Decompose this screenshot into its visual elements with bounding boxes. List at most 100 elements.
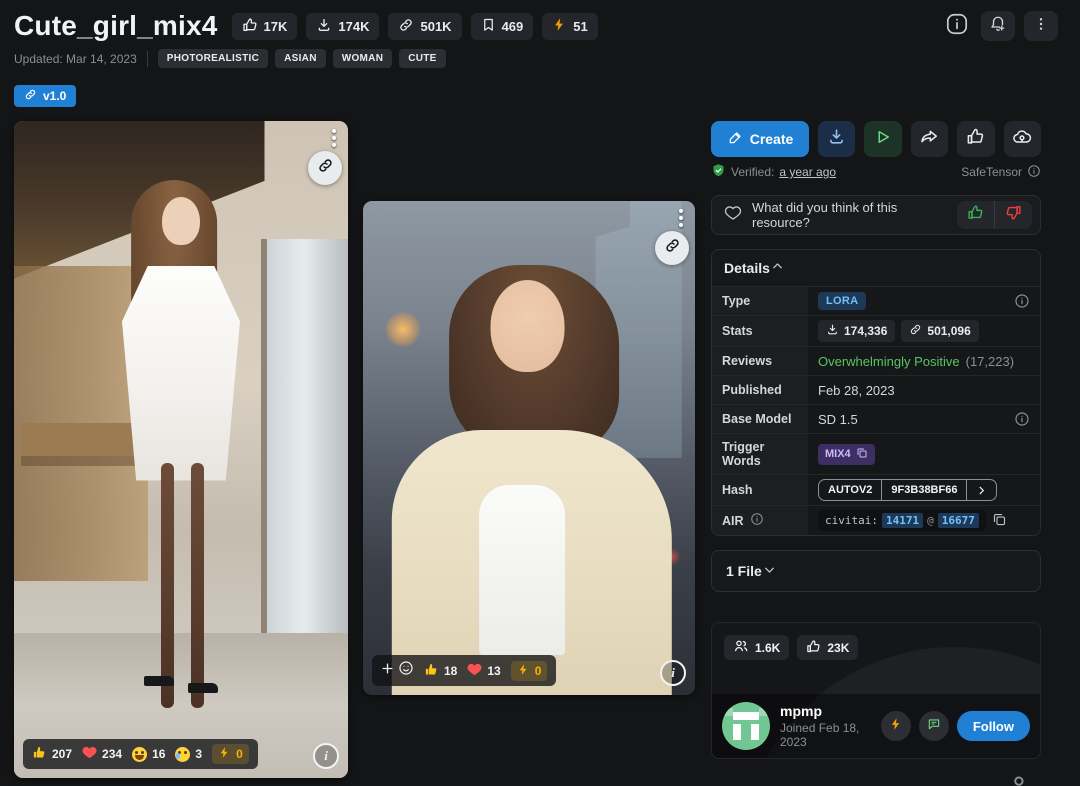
tag-woman[interactable]: WOMAN bbox=[332, 49, 393, 68]
thumb-up-icon bbox=[966, 127, 985, 151]
row-label: Reviews bbox=[712, 347, 808, 375]
detail-row-hash: Hash AUTOV2 9F3B38BF66 bbox=[712, 474, 1040, 505]
brush-icon bbox=[727, 130, 743, 149]
divider bbox=[146, 50, 148, 67]
reaction-heart[interactable]: 234 bbox=[82, 745, 122, 763]
gallery-image-1[interactable]: 207 234 16 3 0 i bbox=[14, 121, 348, 778]
share-button[interactable] bbox=[910, 121, 949, 157]
detail-row-trigger-words: Trigger Words MIX4 bbox=[712, 433, 1040, 474]
reaction-thumb[interactable]: 18 bbox=[424, 662, 457, 680]
creator-card: 1.6K 23K mpmp Joined Feb 18, 2023 Follow bbox=[711, 622, 1041, 759]
follow-button[interactable]: Follow bbox=[956, 711, 1030, 741]
followers-badge[interactable]: 1.6K bbox=[724, 635, 790, 660]
share-icon bbox=[920, 127, 939, 151]
energy-stat-badge[interactable]: 51 bbox=[542, 12, 598, 40]
heart-emoji-icon bbox=[82, 745, 97, 763]
reaction-thumb[interactable]: 207 bbox=[32, 745, 72, 763]
detail-row-base-model: Base Model SD 1.5 bbox=[712, 404, 1040, 433]
creator-likes-badge[interactable]: 23K bbox=[797, 635, 859, 660]
bookmarks-stat-badge[interactable]: 469 bbox=[470, 12, 534, 40]
reviews-link[interactable]: Overwhelmingly Positive bbox=[818, 354, 960, 369]
associated-user-toggle[interactable] bbox=[711, 759, 1041, 786]
shield-check-icon bbox=[711, 163, 726, 181]
model-page: Cute_girl_mix4 17K 174K 501K 469 51 Upda… bbox=[0, 0, 1080, 786]
download-icon bbox=[826, 323, 839, 339]
feedback-card: What did you think of this resource? bbox=[711, 195, 1041, 235]
download-button[interactable] bbox=[818, 121, 856, 157]
run-model-button[interactable] bbox=[864, 121, 902, 157]
reaction-joy[interactable]: 16 bbox=[132, 746, 165, 762]
thumbs-up-button[interactable] bbox=[957, 201, 995, 229]
downloads-badge[interactable]: 174,336 bbox=[818, 320, 896, 342]
info-icon[interactable] bbox=[1014, 411, 1030, 427]
version-badge[interactable]: v1.0 bbox=[14, 85, 77, 107]
stat-value: 501K bbox=[420, 18, 452, 34]
joy-emoji-icon bbox=[132, 746, 148, 762]
kebab-menu-icon bbox=[1033, 16, 1049, 37]
image-menu-button[interactable] bbox=[332, 129, 336, 147]
image-info-button[interactable]: i bbox=[313, 743, 339, 769]
link-icon bbox=[664, 237, 681, 259]
more-options-button[interactable] bbox=[1024, 11, 1058, 41]
model-sidebar: Create Verified: a year ago SafeTensor W… bbox=[711, 121, 1042, 786]
stat-value: 17K bbox=[263, 18, 288, 34]
like-button[interactable] bbox=[957, 121, 995, 157]
image-info-button[interactable]: i bbox=[660, 660, 686, 686]
detail-row-type: Type LORA bbox=[712, 286, 1040, 315]
tag-cute[interactable]: CUTE bbox=[399, 49, 446, 68]
tag-photorealistic[interactable]: PHOTOREALISTIC bbox=[157, 49, 269, 68]
chevron-right-icon[interactable] bbox=[966, 480, 996, 500]
info-icon[interactable] bbox=[750, 512, 764, 529]
creator-footer: mpmp Joined Feb 18, 2023 Follow bbox=[712, 694, 1040, 758]
air-model-id: 14171 bbox=[881, 513, 924, 528]
generations-stat-badge[interactable]: 501K bbox=[388, 12, 462, 40]
feedback-buttons bbox=[956, 201, 1032, 229]
page-info-button[interactable] bbox=[942, 11, 972, 41]
bolt-icon bbox=[218, 746, 231, 762]
notify-button[interactable] bbox=[981, 11, 1015, 41]
remix-button[interactable] bbox=[655, 231, 689, 265]
row-label: AIR bbox=[712, 506, 808, 535]
verified-time-link[interactable]: a year ago bbox=[779, 165, 836, 179]
detail-row-published: Published Feb 28, 2023 bbox=[712, 375, 1040, 404]
info-icon[interactable] bbox=[1014, 293, 1030, 309]
create-button[interactable]: Create bbox=[711, 121, 809, 157]
followers-count: 1.6K bbox=[755, 640, 781, 655]
reaction-bolt[interactable]: 0 bbox=[510, 660, 548, 681]
thumbs-down-button[interactable] bbox=[994, 201, 1032, 229]
hash-pill[interactable]: AUTOV2 9F3B38BF66 bbox=[818, 479, 998, 501]
downloads-stat-badge[interactable]: 174K bbox=[306, 12, 380, 40]
trigger-word-badge[interactable]: MIX4 bbox=[818, 443, 875, 465]
reaction-cry[interactable]: 3 bbox=[175, 746, 202, 762]
vault-button[interactable] bbox=[1003, 121, 1042, 157]
heart-outline-icon bbox=[724, 204, 742, 227]
copy-icon[interactable] bbox=[992, 512, 1007, 530]
generations-badge[interactable]: 501,096 bbox=[901, 320, 979, 342]
creator-name[interactable]: mpmp bbox=[780, 703, 871, 719]
reaction-bolt[interactable]: 0 bbox=[212, 744, 249, 764]
tag-asian[interactable]: ASIAN bbox=[275, 49, 326, 68]
hash-algo: AUTOV2 bbox=[828, 484, 873, 496]
link-icon bbox=[317, 157, 334, 179]
reaction-heart[interactable]: 13 bbox=[467, 662, 501, 680]
remix-button[interactable] bbox=[308, 151, 342, 185]
type-badge[interactable]: LORA bbox=[818, 292, 867, 310]
creator-avatar[interactable] bbox=[722, 702, 770, 750]
verified-label: Verified: bbox=[731, 165, 775, 179]
files-accordion[interactable]: 1 File bbox=[711, 550, 1041, 592]
download-icon bbox=[827, 127, 846, 151]
image-menu-button[interactable] bbox=[679, 209, 683, 227]
stat-value: 51 bbox=[573, 18, 588, 34]
cry-emoji-icon bbox=[175, 746, 191, 762]
likes-stat-badge[interactable]: 17K bbox=[231, 12, 298, 40]
detail-row-air: AIR civitai: 14171 @ 16677 bbox=[712, 505, 1040, 535]
safetensor-label: SafeTensor bbox=[961, 165, 1022, 179]
chat-button[interactable] bbox=[918, 711, 949, 741]
details-header[interactable]: Details bbox=[712, 250, 1040, 286]
info-icon[interactable] bbox=[1027, 164, 1041, 181]
link-icon bbox=[24, 88, 37, 104]
tip-button[interactable] bbox=[880, 711, 911, 741]
gallery-image-2[interactable]: 18 13 0 i bbox=[363, 201, 695, 695]
detail-row-stats: Stats 174,336 501,096 bbox=[712, 315, 1040, 346]
add-reaction-button[interactable] bbox=[381, 660, 414, 681]
